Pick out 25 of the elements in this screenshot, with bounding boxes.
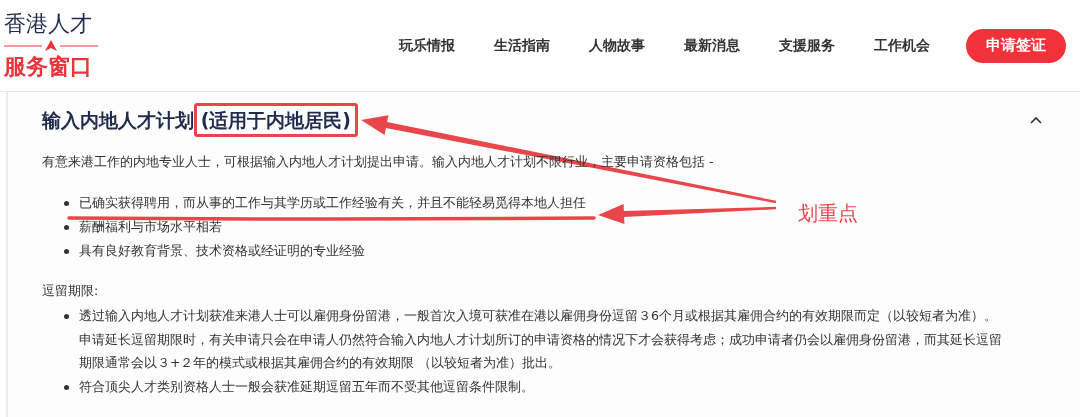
- logo-subtitle: 服务窗口: [4, 53, 92, 81]
- nav-link[interactable]: 工作机会: [874, 36, 930, 55]
- section-title: 输入内地人才计划: [42, 109, 194, 131]
- nav-link[interactable]: 支援服务: [779, 36, 835, 55]
- logo-title: 香港人才: [4, 10, 92, 38]
- requirement-text: 已确实获得聘用，而从事的工作与其学历或工作经验有关，并且不能轻易觅得本地人担任: [79, 194, 586, 212]
- section-title-note: (适用于内地居民): [200, 109, 351, 131]
- bullet-icon: [64, 225, 69, 230]
- annotation-label: 划重点: [798, 200, 858, 227]
- subheading: 逗留期限:: [42, 283, 100, 300]
- requirement-text: 具有良好教育背景、技术资格或经证明的专业经验: [79, 242, 365, 260]
- nav-link[interactable]: 人物故事: [589, 36, 645, 55]
- apply-button[interactable]: 申请签证: [966, 28, 1066, 63]
- logo-mark-icon: [4, 40, 98, 52]
- nav-link[interactable]: 玩乐情报: [399, 36, 455, 55]
- requirement-text: 薪酬福利与市场水平相若: [79, 218, 222, 236]
- collapse-icon[interactable]: [1030, 116, 1042, 124]
- bullet-icon: [64, 314, 69, 319]
- nav-link[interactable]: 生活指南: [494, 36, 550, 55]
- list-text: 透过输入内地人才计划获准来港人士可以雇佣身份留港，一般首次入境可获准在港以雇佣身份逗留３6个月或根据其雇佣合约的有效期限而定（以较短者为准）。申请延长逗留期限时，有关申请只会在申请人仍然符合输入内地人才计划所订的申请资格的情况下才会获得考虑；成功申请者仍会以雇佣身份留港，而其延长逗留期限通常会以３+２年的模式或根据其雇佣合约的有效期限 （以较短者为准）批出。: [79, 307, 1003, 372]
- bullet-icon: [64, 201, 69, 206]
- bullet-icon: [64, 384, 69, 390]
- list-text: 符合顶尖人才类别资格人士一般会获准延期逗留五年而不受其他逗留条件限制。: [79, 377, 535, 396]
- nav-link[interactable]: 最新消息: [684, 36, 740, 55]
- bullet-icon: [64, 249, 69, 254]
